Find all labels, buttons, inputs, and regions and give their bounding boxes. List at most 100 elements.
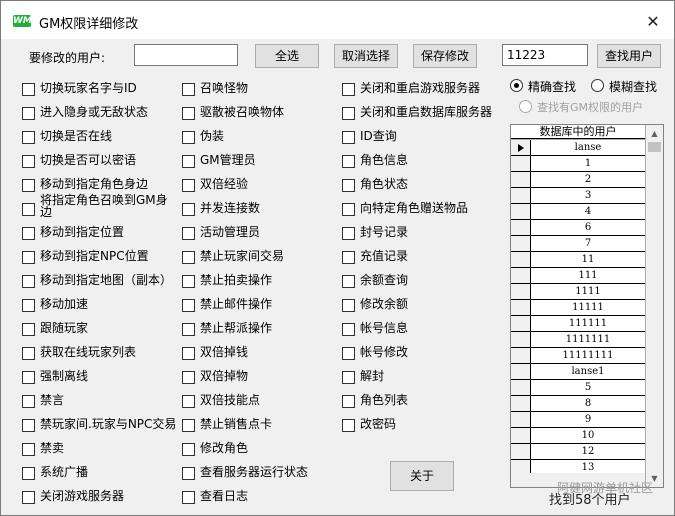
- checkbox-box[interactable]: [22, 419, 35, 432]
- checkbox-box[interactable]: [182, 179, 195, 192]
- checkbox-box[interactable]: [182, 83, 195, 96]
- user-cell[interactable]: 3: [531, 188, 645, 204]
- table-row[interactable]: 111: [511, 268, 645, 284]
- user-cell[interactable]: 11111111: [531, 348, 645, 364]
- checkbox-box[interactable]: [182, 107, 195, 120]
- table-row[interactable]: 11111: [511, 300, 645, 316]
- table-row[interactable]: 10: [511, 428, 645, 444]
- scroll-thumb[interactable]: [648, 142, 661, 152]
- checkbox-box[interactable]: [182, 203, 195, 216]
- checkbox-box[interactable]: [22, 395, 35, 408]
- checkbox-box[interactable]: [22, 347, 35, 360]
- checkbox-box[interactable]: [22, 299, 35, 312]
- row-header[interactable]: [511, 332, 531, 348]
- save-button[interactable]: 保存修改: [413, 44, 477, 68]
- table-row[interactable]: 9: [511, 412, 645, 428]
- table-row[interactable]: 111111: [511, 316, 645, 332]
- user-cell[interactable]: 9: [531, 412, 645, 428]
- checkbox-box[interactable]: [342, 131, 355, 144]
- table-row[interactable]: 6: [511, 220, 645, 236]
- current-row-icon[interactable]: [511, 140, 531, 156]
- user-input[interactable]: [134, 44, 238, 66]
- row-header[interactable]: [511, 364, 531, 380]
- table-row[interactable]: 11111111: [511, 348, 645, 364]
- checkbox-box[interactable]: [342, 299, 355, 312]
- checkbox-box[interactable]: [182, 275, 195, 288]
- table-row[interactable]: 12: [511, 444, 645, 460]
- checkbox-box[interactable]: [342, 179, 355, 192]
- row-header[interactable]: [511, 220, 531, 236]
- row-header[interactable]: [511, 284, 531, 300]
- user-cell[interactable]: 8: [531, 396, 645, 412]
- checkbox-box[interactable]: [22, 443, 35, 456]
- checkbox-box[interactable]: [22, 467, 35, 480]
- row-header[interactable]: [511, 172, 531, 188]
- row-header[interactable]: [511, 428, 531, 444]
- row-header[interactable]: [511, 316, 531, 332]
- table-row[interactable]: lanse: [511, 140, 645, 156]
- checkbox-box[interactable]: [182, 251, 195, 264]
- row-header[interactable]: [511, 252, 531, 268]
- checkbox-box[interactable]: [342, 155, 355, 168]
- checkbox-box[interactable]: [22, 203, 35, 216]
- checkbox-box[interactable]: [342, 107, 355, 120]
- user-cell[interactable]: 4: [531, 204, 645, 220]
- user-cell[interactable]: 1: [531, 156, 645, 172]
- table-row[interactable]: 1111: [511, 284, 645, 300]
- checkbox-box[interactable]: [182, 419, 195, 432]
- user-cell[interactable]: lanse: [531, 140, 645, 156]
- checkbox-box[interactable]: [182, 395, 195, 408]
- checkbox-box[interactable]: [182, 131, 195, 144]
- checkbox-box[interactable]: [22, 323, 35, 336]
- checkbox-box[interactable]: [22, 275, 35, 288]
- checkbox-box[interactable]: [182, 155, 195, 168]
- checkbox-box[interactable]: [342, 275, 355, 288]
- user-cell[interactable]: 6: [531, 220, 645, 236]
- table-row[interactable]: 4: [511, 204, 645, 220]
- checkbox-box[interactable]: [182, 467, 195, 480]
- table-row[interactable]: 7: [511, 236, 645, 252]
- checkbox-box[interactable]: [22, 179, 35, 192]
- checkbox-box[interactable]: [22, 251, 35, 264]
- table-row[interactable]: 2: [511, 172, 645, 188]
- checkbox-box[interactable]: [22, 83, 35, 96]
- about-button[interactable]: 关于: [390, 461, 454, 491]
- user-cell[interactable]: 5: [531, 380, 645, 396]
- checkbox-box[interactable]: [182, 299, 195, 312]
- user-cell[interactable]: 11111: [531, 300, 645, 316]
- table-row[interactable]: lanse1: [511, 364, 645, 380]
- checkbox-box[interactable]: [342, 323, 355, 336]
- table-row[interactable]: 3: [511, 188, 645, 204]
- row-header[interactable]: [511, 444, 531, 460]
- row-header[interactable]: [511, 204, 531, 220]
- checkbox-box[interactable]: [342, 347, 355, 360]
- user-cell[interactable]: 7: [531, 236, 645, 252]
- user-cell[interactable]: 111111: [531, 316, 645, 332]
- checkbox-box[interactable]: [342, 251, 355, 264]
- row-header[interactable]: [511, 188, 531, 204]
- checkbox-box[interactable]: [22, 131, 35, 144]
- search-input[interactable]: 11223: [502, 44, 588, 66]
- user-cell[interactable]: 10: [531, 428, 645, 444]
- checkbox-box[interactable]: [342, 371, 355, 384]
- checkbox-box[interactable]: [342, 419, 355, 432]
- row-header[interactable]: [511, 412, 531, 428]
- checkbox-box[interactable]: [182, 443, 195, 456]
- table-row[interactable]: 5: [511, 380, 645, 396]
- find-user-button[interactable]: 查找用户: [597, 44, 661, 68]
- table-row[interactable]: 11: [511, 252, 645, 268]
- user-cell[interactable]: 1111: [531, 284, 645, 300]
- user-cell[interactable]: 12: [531, 444, 645, 460]
- table-row[interactable]: 8: [511, 396, 645, 412]
- checkbox-box[interactable]: [342, 227, 355, 240]
- checkbox-box[interactable]: [182, 323, 195, 336]
- user-grid[interactable]: 数据库中的用户 lanse 1 2 3 4 6 7 11 111 1111 11111 111111 1…: [510, 124, 664, 488]
- checkbox-box[interactable]: [342, 203, 355, 216]
- checkbox-box[interactable]: [182, 491, 195, 504]
- vertical-scrollbar[interactable]: ▲ ▼: [646, 125, 663, 487]
- user-cell[interactable]: 1111111: [531, 332, 645, 348]
- row-header[interactable]: [511, 396, 531, 412]
- checkbox-box[interactable]: [182, 347, 195, 360]
- table-row[interactable]: 1111111: [511, 332, 645, 348]
- checkbox-box[interactable]: [182, 227, 195, 240]
